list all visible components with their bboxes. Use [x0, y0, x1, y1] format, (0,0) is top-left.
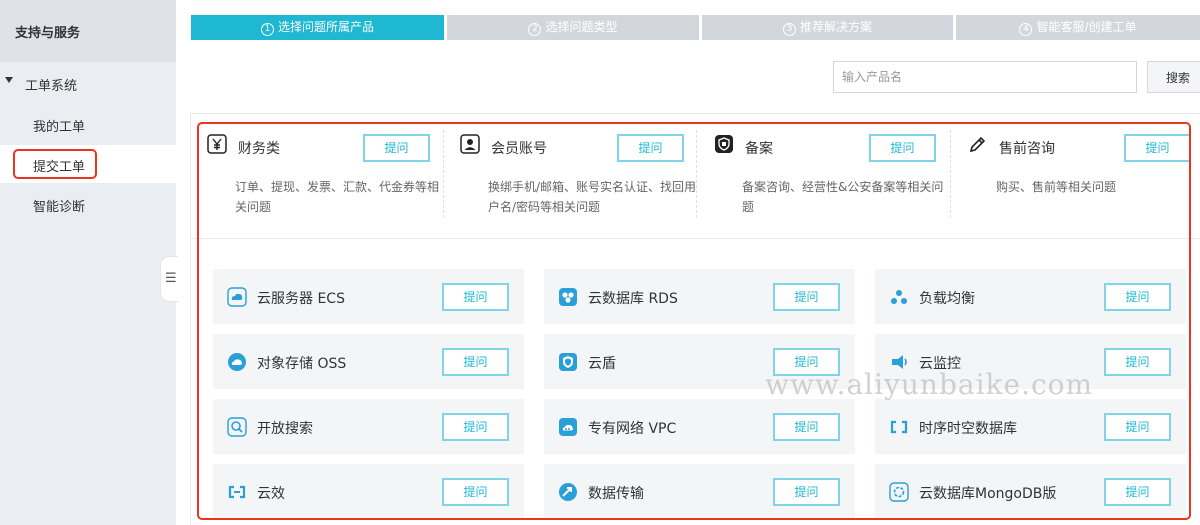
product-data-transfer[interactable]: 数据传输 提问 [544, 464, 855, 519]
sidebar-item-smart-diagnosis[interactable]: 智能诊断 [0, 185, 176, 223]
collapse-icon: ☰ [165, 271, 177, 286]
product-search-input[interactable] [833, 61, 1137, 93]
product-cloud-monitor[interactable]: 云监控 提问 [875, 334, 1186, 389]
open-search-icon [227, 417, 247, 437]
category-desc: 购买、售前等相关问题 [996, 180, 1117, 194]
column-divider [950, 130, 951, 218]
step-number: 1 [260, 23, 274, 36]
sidebar: 支持与服务 工单系统 我的工单 提交工单 智能诊断 [0, 0, 176, 525]
step-number: 3 [782, 23, 796, 36]
ask-button[interactable]: 提问 [1104, 478, 1171, 506]
ask-button[interactable]: 提问 [773, 348, 840, 376]
sidebar-item-submit-ticket[interactable]: 提交工单 [0, 145, 176, 183]
section-divider [191, 238, 1200, 239]
ask-button-account[interactable]: 提问 [617, 134, 684, 162]
object-storage-icon [228, 353, 246, 371]
ask-button[interactable]: 提问 [1104, 348, 1171, 376]
category-desc: 换绑手机/邮箱、账号实名认证、找回用户名/密码等相关问题 [488, 180, 697, 214]
step-label: 选择问题所属产品 [277, 20, 374, 34]
product-time-series-db[interactable]: 时序时空数据库 提问 [875, 399, 1186, 454]
product-name: 开放搜索 [257, 421, 313, 437]
step-4: 4 智能客服/创建工单 [956, 15, 1200, 40]
product-name: 云监控 [919, 356, 961, 372]
data-transfer-icon [559, 483, 577, 501]
ask-button-finance[interactable]: 提问 [363, 134, 430, 162]
sidebar-collapse-handle[interactable]: ☰ [160, 256, 178, 302]
category-title: 售前咨询 [999, 141, 1055, 157]
product-name: 云数据库MongoDB版 [919, 486, 1057, 502]
product-vpc[interactable]: 专有网络 VPC 提问 [544, 399, 855, 454]
product-ecs[interactable]: 云服务器 ECS 提问 [213, 269, 524, 324]
ask-button[interactable]: 提问 [1104, 413, 1171, 441]
yen-icon [207, 134, 227, 154]
ask-button[interactable]: 提问 [442, 283, 509, 311]
ask-button[interactable]: 提问 [773, 478, 840, 506]
step-label: 智能客服/创建工单 [1036, 20, 1137, 34]
ask-button[interactable]: 提问 [442, 413, 509, 441]
product-name: 对象存储 OSS [257, 356, 347, 372]
sidebar-group-ticket-system[interactable]: 工单系统 [0, 74, 176, 94]
search-button[interactable]: 搜索 [1147, 61, 1200, 93]
step-1: 1 选择问题所属产品 [191, 15, 444, 40]
ask-button[interactable]: 提问 [442, 348, 509, 376]
sidebar-item-label: 我的工单 [33, 120, 86, 135]
sidebar-group-label: 工单系统 [25, 79, 78, 94]
ask-button[interactable]: 提问 [1104, 283, 1171, 311]
cloud-server-icon [227, 287, 247, 307]
product-name: 时序时空数据库 [919, 421, 1017, 437]
product-name: 数据传输 [588, 486, 644, 502]
category-desc: 备案咨询、经营性&公安备案等相关问题 [742, 180, 944, 214]
ask-button[interactable]: 提问 [773, 283, 840, 311]
product-cloud-shield[interactable]: 云盾 提问 [544, 334, 855, 389]
product-mongodb[interactable]: 云数据库MongoDB版 提问 [875, 464, 1186, 519]
ask-button-presales[interactable]: 提问 [1124, 134, 1191, 162]
category-title: 备案 [745, 141, 773, 157]
user-icon [460, 134, 480, 154]
pencil-icon [969, 136, 986, 153]
step-label: 推荐解决方案 [799, 20, 872, 34]
product-name: 云数据库 RDS [588, 291, 678, 307]
step-number: 2 [528, 23, 542, 36]
product-oss[interactable]: 对象存储 OSS 提问 [213, 334, 524, 389]
vpc-icon [559, 418, 577, 436]
step-2: 2 选择问题类型 [447, 15, 699, 40]
step-number: 4 [1019, 23, 1033, 36]
cloud-effect-icon [228, 485, 246, 499]
product-name: 云服务器 ECS [257, 291, 345, 307]
product-name: 云盾 [588, 356, 616, 372]
cloud-database-icon [559, 288, 577, 306]
step-3: 3 推荐解决方案 [702, 15, 953, 40]
cloud-monitor-icon [892, 355, 907, 369]
product-name: 云效 [257, 486, 285, 502]
ask-button[interactable]: 提问 [442, 478, 509, 506]
sidebar-item-my-tickets[interactable]: 我的工单 [0, 105, 176, 143]
product-name: 专有网络 VPC [588, 421, 677, 437]
category-desc: 订单、提现、发票、汇款、代金券等相关问题 [235, 180, 440, 214]
time-series-db-icon [890, 420, 908, 434]
sidebar-item-label: 智能诊断 [33, 200, 86, 215]
category-title: 会员账号 [491, 141, 547, 157]
product-name: 负载均衡 [919, 291, 975, 307]
ask-button[interactable]: 提问 [773, 413, 840, 441]
column-divider [696, 130, 697, 218]
product-rds[interactable]: 云数据库 RDS 提问 [544, 269, 855, 324]
product-load-balancer[interactable]: 负载均衡 提问 [875, 269, 1186, 324]
cloud-shield-icon [559, 353, 577, 371]
load-balancer-icon [891, 290, 907, 304]
step-label: 选择问题类型 [545, 20, 618, 34]
highlight-frame [13, 149, 97, 179]
caret-down-icon [5, 77, 13, 83]
product-open-search[interactable]: 开放搜索 提问 [213, 399, 524, 454]
mongodb-icon [889, 482, 909, 502]
shield-icon [715, 135, 733, 153]
product-cloud-effect[interactable]: 云效 提问 [213, 464, 524, 519]
column-divider [443, 130, 444, 218]
sidebar-title: 支持与服务 [0, 0, 176, 62]
ask-button-filing[interactable]: 提问 [869, 134, 936, 162]
category-title: 财务类 [238, 141, 280, 157]
